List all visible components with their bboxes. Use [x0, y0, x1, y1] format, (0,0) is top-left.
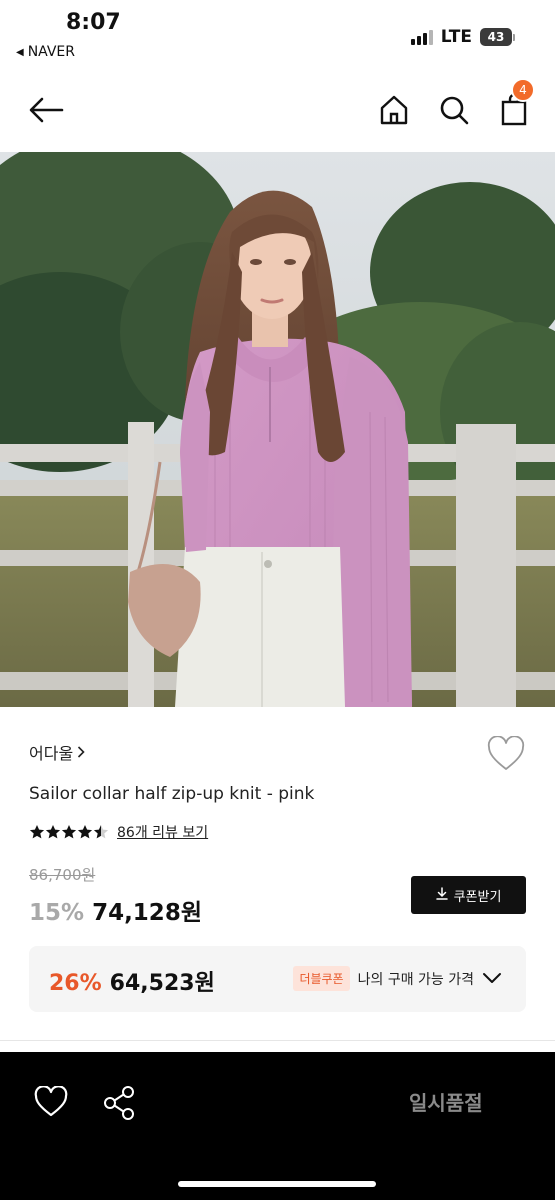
heart-icon[interactable]: [34, 1085, 68, 1120]
chevron-down-icon[interactable]: [482, 969, 502, 988]
network-label: LTE: [440, 27, 472, 47]
share-icon[interactable]: [103, 1085, 137, 1121]
battery-level: 43: [480, 28, 512, 46]
discount-rate: 15%: [29, 900, 85, 926]
status-bar: 8:07 ◀ NAVER LTE 43: [0, 0, 555, 70]
download-icon: [435, 886, 448, 904]
double-coupon-discount: 26%: [49, 971, 102, 996]
brand-link[interactable]: 어다울: [29, 740, 85, 764]
cart-count-badge: 4: [511, 78, 535, 102]
app-header: 4: [0, 70, 555, 152]
back-arrow-icon[interactable]: [26, 90, 66, 130]
chevron-right-icon: [77, 743, 85, 762]
brand-name: 어다울: [29, 744, 74, 763]
rating: 86개 리뷰 보기: [29, 822, 208, 842]
back-app-label: NAVER: [27, 44, 76, 60]
divider: [0, 1040, 555, 1041]
review-link[interactable]: 86개 리뷰 보기: [117, 822, 208, 842]
battery-icon: 43: [480, 28, 515, 46]
sale-price-row: 15% 74,128원: [29, 893, 202, 927]
product-image[interactable]: [0, 152, 555, 707]
rating-stars: [29, 824, 111, 840]
home-icon[interactable]: [374, 90, 414, 130]
status-time: 8:07: [66, 10, 121, 35]
bottom-action-bar: 일시품절: [0, 1052, 555, 1200]
get-coupon-button[interactable]: 쿠폰받기: [411, 876, 526, 914]
search-icon[interactable]: [434, 90, 474, 130]
coupon-button-label: 쿠폰받기: [453, 889, 502, 905]
product-name: Sailor collar half zip-up knit - pink: [29, 784, 315, 804]
double-coupon-badge: 더블쿠폰: [293, 966, 350, 991]
sold-out-label: 일시품절: [409, 1091, 483, 1115]
back-triangle-icon: ◀: [16, 46, 24, 58]
original-price: 86,700원: [29, 866, 96, 884]
wishlist-heart-icon[interactable]: [487, 735, 525, 772]
double-coupon-box[interactable]: 26% 64,523원 더블쿠폰 나의 구매 가능 가격: [29, 946, 526, 1012]
sale-price: 74,128원: [92, 900, 202, 926]
back-to-app-link[interactable]: ◀ NAVER: [16, 44, 75, 60]
signal-icon: [410, 29, 433, 45]
home-indicator: [178, 1181, 376, 1187]
my-purchasable-price-label: 나의 구매 가능 가격: [357, 971, 474, 988]
double-coupon-price: 64,523원: [109, 971, 215, 996]
